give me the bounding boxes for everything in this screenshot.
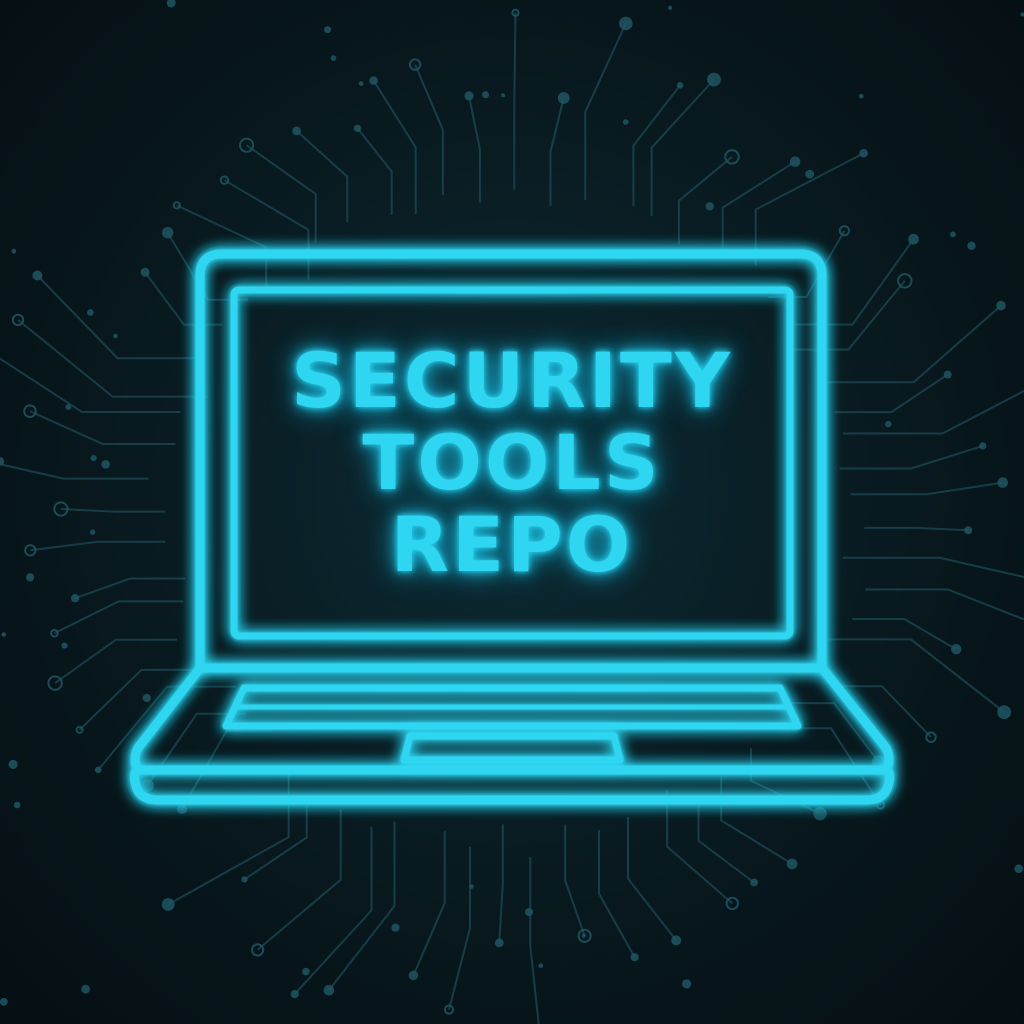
- title-line-security: SECURITY: [291, 336, 733, 425]
- poster-canvas: SECURITY TOOLS REPO: [0, 0, 1024, 1024]
- screen-title: SECURITY TOOLS REPO: [250, 340, 774, 586]
- laptop-front-edge: [129, 765, 895, 805]
- laptop-trackpad: [400, 732, 624, 764]
- title-line-tools: TOOLS: [362, 418, 662, 507]
- title-line-repo: REPO: [390, 500, 634, 589]
- laptop-base: [130, 663, 894, 775]
